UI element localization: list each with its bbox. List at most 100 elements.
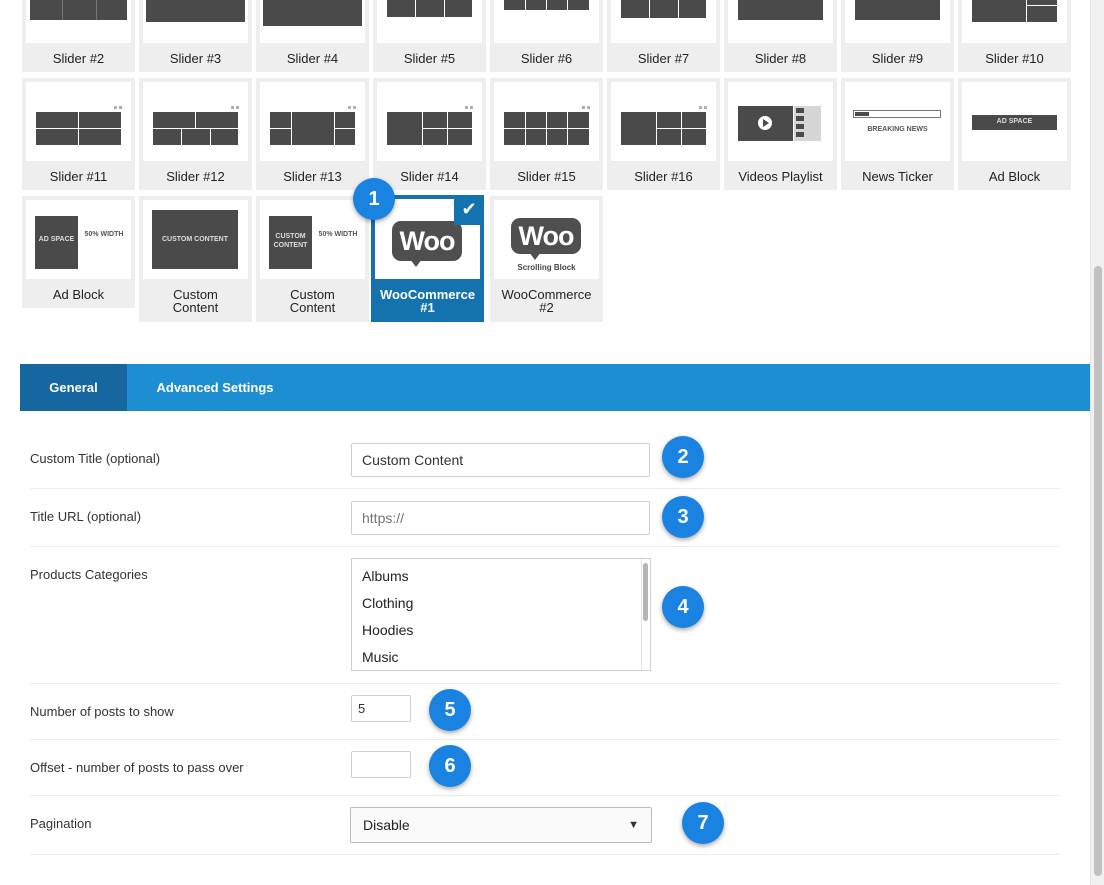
- category-option[interactable]: Clothing: [362, 595, 413, 611]
- page-scrollbar-thumb[interactable]: [1094, 266, 1102, 876]
- form-row-custom-title: Custom Title (optional): [30, 432, 1060, 489]
- block-thumbnail: [26, 0, 131, 43]
- block-tile-woocommerce-2[interactable]: Woo Scrolling Block WooCommerce #2: [490, 196, 603, 322]
- block-thumbnail: [260, 82, 365, 161]
- block-label: Slider #13: [283, 169, 342, 184]
- block-label: Slider #14: [400, 169, 459, 184]
- title-url-label: Title URL (optional): [30, 509, 142, 524]
- pagination-select[interactable]: Disable ▼: [350, 807, 652, 843]
- block-label: WooCommerce #2: [501, 287, 592, 315]
- block-tile-slider-5[interactable]: Slider #5: [373, 0, 486, 72]
- block-tile-slider-8[interactable]: Slider #8: [724, 0, 837, 72]
- block-tile-custom-content-half[interactable]: CUSTOM CONTENT 50% WIDTH Custom Content: [256, 196, 369, 322]
- products-categories-label: Products Categories: [30, 567, 148, 582]
- block-thumbnail: AD SPACE: [962, 82, 1067, 161]
- block-tile-slider-9[interactable]: Slider #9: [841, 0, 954, 72]
- block-label: News Ticker: [862, 169, 933, 184]
- block-tile-slider-2[interactable]: Slider #2: [22, 0, 135, 72]
- block-thumbnail: CUSTOM CONTENT: [143, 200, 248, 279]
- settings-tab-bar: General Advanced Settings: [20, 364, 1090, 411]
- block-thumbnail: [26, 82, 131, 161]
- block-label: Slider #3: [169, 51, 222, 66]
- woo-logo: Woo: [511, 218, 581, 254]
- custom-content-text: CUSTOM CONTENT: [273, 233, 308, 249]
- form-row-title-url: Title URL (optional): [30, 489, 1060, 547]
- block-tile-slider-14[interactable]: Slider #14: [373, 78, 486, 190]
- block-tile-videos-playlist[interactable]: Videos Playlist: [724, 78, 837, 190]
- block-thumbnail: [728, 82, 833, 161]
- block-label: Ad Block: [52, 287, 105, 302]
- block-tile-slider-3[interactable]: Slider #3: [139, 0, 252, 72]
- block-tile-slider-7[interactable]: Slider #7: [607, 0, 720, 72]
- posts-count-input[interactable]: [351, 695, 411, 722]
- block-label: Slider #15: [517, 169, 576, 184]
- block-thumbnail: [494, 0, 599, 43]
- ad-space-text: AD SPACE: [38, 236, 75, 243]
- block-thumbnail: [962, 0, 1067, 43]
- block-label: Slider #6: [520, 51, 573, 66]
- block-tile-slider-6[interactable]: Slider #6: [490, 0, 603, 72]
- block-label: Slider #9: [871, 51, 924, 66]
- block-label: WooCommerce #1: [379, 287, 476, 315]
- block-thumbnail: [611, 82, 716, 161]
- block-label: Custom Content: [289, 287, 336, 315]
- block-tile-ad-block-half[interactable]: AD SPACE 50% WIDTH Ad Block: [22, 196, 135, 308]
- block-thumbnail: [845, 0, 950, 43]
- woo-logo: Woo: [392, 221, 462, 261]
- listbox-scrollbar[interactable]: [643, 563, 648, 621]
- block-label: Slider #4: [286, 51, 339, 66]
- block-thumbnail: [377, 0, 482, 43]
- category-option[interactable]: Music: [362, 649, 399, 665]
- block-label: Slider #8: [754, 51, 807, 66]
- block-thumbnail: Woo Scrolling Block: [494, 200, 599, 279]
- block-tile-custom-content[interactable]: CUSTOM CONTENT Custom Content: [139, 196, 252, 322]
- block-tile-slider-11[interactable]: Slider #11: [22, 78, 135, 190]
- custom-title-label: Custom Title (optional): [30, 451, 161, 466]
- block-label: Slider #16: [634, 169, 693, 184]
- block-label: Custom Content: [172, 287, 219, 315]
- form-row-offset: Offset - number of posts to pass over: [30, 740, 1060, 796]
- pagination-selected-value: Disable: [363, 817, 410, 833]
- custom-content-text: CUSTOM CONTENT: [162, 236, 228, 243]
- products-categories-listbox[interactable]: Albums Clothing Hoodies Music: [351, 558, 651, 671]
- breaking-news-text: BREAKING NEWS: [867, 126, 928, 133]
- custom-title-input[interactable]: [351, 443, 650, 477]
- block-thumbnail: [494, 82, 599, 161]
- block-tile-slider-15[interactable]: Slider #15: [490, 78, 603, 190]
- callout-badge: 1: [353, 178, 395, 220]
- caret-down-icon: ▼: [628, 819, 639, 831]
- block-label: Ad Block: [988, 169, 1041, 184]
- form-row-pagination: Pagination Disable ▼: [30, 796, 1060, 855]
- block-label: Slider #10: [985, 51, 1044, 66]
- block-thumbnail: [143, 82, 248, 161]
- half-width-text: 50% WIDTH: [84, 231, 124, 238]
- block-thumbnail: [260, 0, 365, 43]
- block-tile-news-ticker[interactable]: BREAKING NEWS News Ticker: [841, 78, 954, 190]
- block-label: Slider #12: [166, 169, 225, 184]
- block-tile-slider-13[interactable]: Slider #13: [256, 78, 369, 190]
- posts-count-label: Number of posts to show: [30, 704, 174, 719]
- block-tile-slider-4[interactable]: Slider #4: [256, 0, 369, 72]
- tab-advanced-settings[interactable]: Advanced Settings: [144, 364, 286, 411]
- block-thumbnail: AD SPACE 50% WIDTH: [26, 200, 131, 279]
- ad-space-text: AD SPACE: [996, 118, 1033, 125]
- category-option[interactable]: Albums: [362, 568, 409, 584]
- block-thumbnail: [611, 0, 716, 43]
- block-label: Videos Playlist: [738, 169, 823, 184]
- check-icon: ✔: [454, 195, 484, 225]
- half-width-text: 50% WIDTH: [318, 231, 358, 238]
- title-url-input[interactable]: [351, 501, 650, 535]
- page-scrollbar[interactable]: [1090, 0, 1104, 885]
- block-thumbnail: [377, 82, 482, 161]
- block-label: Slider #2: [52, 51, 105, 66]
- block-tile-slider-12[interactable]: Slider #12: [139, 78, 252, 190]
- block-thumbnail: [143, 0, 248, 43]
- block-tile-slider-10[interactable]: Slider #10: [958, 0, 1071, 72]
- scrolling-block-text: Scrolling Block: [517, 263, 576, 272]
- block-tile-ad-block[interactable]: AD SPACE Ad Block: [958, 78, 1071, 190]
- block-tile-slider-16[interactable]: Slider #16: [607, 78, 720, 190]
- category-option[interactable]: Hoodies: [362, 622, 413, 638]
- offset-input[interactable]: [351, 751, 411, 778]
- tab-general[interactable]: General: [20, 364, 127, 411]
- block-thumbnail: [728, 0, 833, 43]
